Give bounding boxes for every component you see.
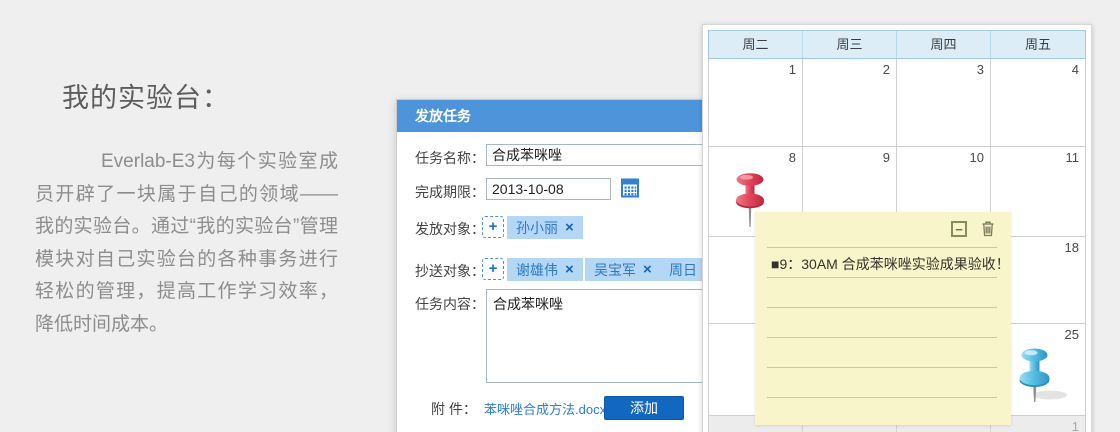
deadline-input[interactable] bbox=[486, 178, 611, 200]
cc-tag: 谢雄伟 × bbox=[507, 258, 583, 281]
date-number: 3 bbox=[976, 62, 984, 77]
recipient-tag: 孙小丽 × bbox=[507, 216, 583, 239]
plus-icon: + bbox=[488, 218, 498, 235]
note-rule bbox=[767, 247, 997, 248]
note-rule bbox=[767, 307, 997, 308]
sticky-note[interactable]: − ■9：30AM 合成苯咪唑实验成果验收！ bbox=[755, 212, 1011, 425]
calendar-day-cell[interactable]: 3 bbox=[897, 59, 991, 146]
date-number: 4 bbox=[1071, 62, 1079, 77]
page-title: 我的实验台： bbox=[62, 83, 230, 113]
tag-label: 孙小丽 bbox=[516, 219, 558, 236]
note-rule bbox=[767, 337, 997, 338]
weekday-header: 周五 bbox=[991, 31, 1085, 58]
page: 我的实验台： Everlab-E3为每个实验室成员开辟了一块属于自己的领域——我… bbox=[0, 0, 1120, 432]
calendar-header-row: 周二 周三 周四 周五 bbox=[708, 30, 1086, 59]
date-number: 9 bbox=[882, 150, 890, 165]
calendar-day-cell[interactable]: 1 bbox=[709, 59, 803, 146]
plus-icon: + bbox=[488, 260, 498, 277]
add-cc-button[interactable]: + bbox=[482, 258, 504, 280]
date-number: 11 bbox=[1065, 150, 1080, 165]
attachment-file-link[interactable]: 苯咪唑合成方法.docx bbox=[484, 399, 606, 418]
add-recipient-button[interactable]: + bbox=[482, 216, 504, 238]
content-label: 任务内容： bbox=[415, 296, 485, 312]
calendar-day-cell[interactable]: 2 bbox=[803, 59, 897, 146]
minimize-button[interactable]: − bbox=[951, 221, 967, 237]
intro-paragraph: Everlab-E3为每个实验室成员开辟了一块属于自己的领域——我的实验台。通过… bbox=[35, 151, 338, 335]
weekday-header: 周二 bbox=[709, 31, 803, 58]
weekday-header: 周四 bbox=[897, 31, 991, 58]
trash-icon[interactable] bbox=[981, 220, 995, 237]
remove-tag-icon[interactable]: × bbox=[565, 262, 574, 277]
task-content-textarea[interactable]: 合成苯咪唑 bbox=[486, 289, 713, 383]
task-name-label: 任务名称： bbox=[415, 150, 485, 166]
tag-label: 吴宝军 bbox=[594, 261, 636, 278]
attachment-label: 附 件： bbox=[431, 401, 477, 417]
add-attachment-button[interactable]: 添加 bbox=[604, 396, 684, 420]
note-rule bbox=[767, 397, 997, 398]
calendar-week-row: 1 2 3 4 bbox=[708, 59, 1086, 147]
date-number: 1 bbox=[788, 62, 796, 77]
remove-tag-icon[interactable]: × bbox=[643, 262, 652, 277]
dialog-title[interactable]: 发放任务 bbox=[397, 100, 727, 132]
tag-label: 谢雄伟 bbox=[516, 261, 558, 278]
reminder-text: ■9：30AM 合成苯咪唑实验成果验收！ bbox=[771, 256, 1010, 272]
date-number: 10 bbox=[969, 150, 984, 165]
cc-label: 抄送对象： bbox=[415, 263, 485, 279]
cc-tag: 吴宝军 × bbox=[585, 258, 661, 281]
weekday-header: 周三 bbox=[803, 31, 897, 58]
recipients-label: 发放对象： bbox=[415, 221, 485, 237]
date-number: 8 bbox=[788, 150, 796, 165]
note-rule bbox=[767, 277, 997, 278]
note-rule bbox=[767, 367, 997, 368]
task-name-input[interactable] bbox=[486, 144, 714, 166]
tag-label: 周日 bbox=[669, 261, 697, 278]
task-form: 任务名称： 完成期限： 发放对象： + 孙小丽 × 抄送对象： + bbox=[397, 132, 727, 432]
deadline-label: 完成期限： bbox=[415, 184, 485, 200]
calendar-day-cell[interactable]: 4 bbox=[991, 59, 1085, 146]
date-number: 2 bbox=[882, 62, 890, 77]
task-dialog: 发放任务 任务名称： 完成期限： 发放对象： + 孙小丽 × 抄送对 bbox=[396, 99, 728, 432]
red-pushpin-icon bbox=[736, 173, 764, 227]
blue-pushpin-icon bbox=[1019, 348, 1067, 402]
remove-tag-icon[interactable]: × bbox=[565, 220, 574, 235]
calendar-icon[interactable] bbox=[621, 177, 639, 198]
